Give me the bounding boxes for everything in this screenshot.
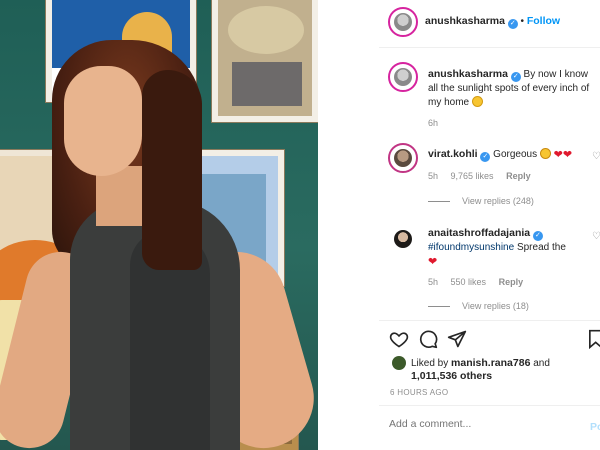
grin-emoji-icon	[471, 96, 483, 107]
post-header: anushkasharma ✓ • Follow	[425, 15, 560, 29]
comment-likes[interactable]: 9,765 likes	[451, 171, 494, 181]
separator-dot: •	[520, 16, 525, 27]
hashtag-link[interactable]: #ifoundmysunshine	[428, 242, 514, 253]
actions-divider	[379, 320, 600, 321]
verified-badge-icon: ✓	[507, 19, 518, 29]
caption-username[interactable]: anushkasharma	[428, 68, 508, 80]
comment-text: Spread the	[516, 242, 566, 253]
view-replies-label: View replies (248)	[462, 196, 534, 206]
view-replies-label: View replies (18)	[462, 301, 529, 311]
caption: anushkasharma ✓ By now I know all the su…	[428, 67, 598, 110]
comment-icon[interactable]	[418, 329, 438, 349]
author-avatar[interactable]	[388, 7, 418, 37]
likes-count[interactable]: 1,011,536 others	[411, 370, 492, 382]
likes-connector: and	[533, 358, 550, 369]
likes-summary: Liked by manish.rana786 and	[411, 357, 550, 369]
red-heart-emoji-icon: ❤	[562, 149, 573, 161]
add-comment-input[interactable]	[389, 418, 574, 430]
comment-meta: 5h 9,765 likes Reply	[428, 171, 531, 181]
verified-badge-icon: ✓	[532, 231, 543, 241]
comment-time: 5h	[428, 277, 439, 287]
commenter-avatar[interactable]	[388, 143, 418, 173]
red-heart-emoji-icon: ❤	[428, 256, 438, 268]
post-photo[interactable]	[0, 0, 318, 450]
commenter-avatar[interactable]	[388, 224, 418, 254]
heart-icon[interactable]	[389, 329, 409, 349]
caption-avatar[interactable]	[388, 62, 418, 92]
liker-username[interactable]: manish.rana786	[451, 357, 530, 369]
caption-time: 6h	[428, 118, 439, 128]
follow-button[interactable]: Follow	[527, 15, 560, 27]
post-comment-button[interactable]: Po	[590, 421, 600, 433]
comment-divider	[379, 405, 600, 406]
comment-username[interactable]: virat.kohli	[428, 148, 478, 160]
view-replies-button[interactable]: View replies (248)	[428, 196, 534, 206]
comment-username[interactable]: anaitashroffadajania	[428, 227, 530, 239]
comment: virat.kohli ✓ Gorgeous ❤❤	[428, 148, 572, 162]
paper-plane-icon[interactable]	[447, 329, 467, 349]
person-face	[64, 66, 142, 176]
view-replies-button[interactable]: View replies (18)	[428, 301, 529, 311]
liker-avatar[interactable]	[392, 356, 406, 370]
verified-badge-icon: ✓	[510, 72, 521, 82]
person-hair-side	[142, 70, 202, 270]
comment-text: Gorgeous	[493, 149, 538, 160]
comment-likes[interactable]: 550 likes	[451, 277, 487, 287]
likes-prefix: Liked by	[411, 358, 449, 369]
author-username[interactable]: anushkasharma	[425, 15, 505, 27]
verified-badge-icon: ✓	[480, 152, 491, 162]
reply-button[interactable]: Reply	[506, 171, 531, 181]
header-divider	[379, 47, 600, 48]
reply-button[interactable]: Reply	[499, 277, 524, 287]
likes-others: 1,011,536 others	[411, 370, 493, 382]
red-heart-emoji-icon: ❤	[553, 149, 563, 161]
comment-time: 5h	[428, 171, 439, 181]
star-struck-emoji-icon	[539, 148, 551, 159]
post-timestamp: 6 HOURS AGO	[390, 388, 449, 397]
bookmark-icon[interactable]	[588, 329, 600, 349]
comment: anaitashroffadajania ✓ #ifoundmysunshine…	[428, 226, 596, 269]
comment-meta: 5h 550 likes Reply	[428, 277, 523, 287]
comment-like-heart-icon[interactable]: ♡	[592, 151, 600, 162]
wall-frame-art	[212, 0, 318, 122]
comment-like-heart-icon[interactable]: ♡	[592, 231, 600, 242]
